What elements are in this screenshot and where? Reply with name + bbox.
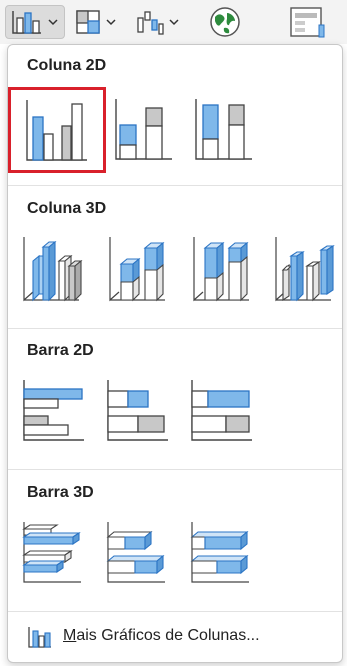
section-title-barra-3d: Barra 3D — [27, 484, 94, 501]
section-divider — [8, 328, 342, 329]
insert-hierarchy-chart-button[interactable] — [74, 5, 120, 39]
stacked-bar-icon — [107, 380, 168, 441]
insert-column-chart-button[interactable] — [5, 5, 65, 39]
100-stacked-column-tile[interactable] — [184, 92, 264, 166]
100-stacked-bar-tile[interactable] — [182, 373, 262, 447]
chevron-down-icon — [169, 19, 179, 26]
3d-100-stacked-column-tile[interactable] — [184, 233, 264, 307]
3d-clustered-column-tile[interactable] — [14, 233, 94, 307]
clustered-bar-tile[interactable] — [14, 373, 94, 447]
more-column-charts-label-rest: ais Gráficos de Colunas... — [76, 627, 260, 644]
accelerator-key: M — [63, 627, 77, 644]
3d-column-icon — [275, 237, 335, 302]
more-column-charts-item[interactable]: Mais Gráficos de Colunas... — [8, 612, 342, 662]
100-stacked-column-icon — [195, 99, 252, 160]
chevron-down-icon — [48, 19, 58, 26]
treemap-chart-icon — [76, 10, 100, 34]
stacked-bar-tile[interactable] — [98, 373, 178, 447]
section-divider — [8, 469, 342, 470]
3d-clustered-column-icon — [23, 237, 83, 302]
3d-column-tile[interactable] — [266, 233, 346, 307]
waterfall-chart-icon — [137, 11, 164, 35]
clustered-column-tile[interactable] — [8, 87, 106, 173]
section-title-barra-2d: Barra 2D — [27, 342, 94, 359]
insert-waterfall-chart-button[interactable] — [135, 5, 183, 39]
column-chart-small-icon — [28, 627, 51, 648]
3d-stacked-bar-icon — [106, 522, 165, 583]
100-stacked-bar-icon — [191, 380, 252, 441]
more-column-charts-label: Mais Gráficos de Colunas... — [63, 627, 260, 645]
stacked-column-tile[interactable] — [104, 92, 184, 166]
3d-100-stacked-bar-tile[interactable] — [182, 515, 262, 589]
3d-stacked-column-icon — [109, 237, 165, 302]
3d-100-stacked-bar-icon — [190, 522, 249, 583]
column-chart-icon — [12, 11, 41, 34]
3d-stacked-column-tile[interactable] — [100, 233, 180, 307]
3d-stacked-bar-tile[interactable] — [98, 515, 178, 589]
stacked-column-icon — [115, 99, 172, 160]
pivot-chart-button[interactable] — [285, 5, 331, 39]
3d-100-stacked-column-icon — [193, 237, 249, 302]
insert-map-chart-button[interactable] — [205, 5, 245, 39]
3d-clustered-bar-icon — [22, 522, 81, 583]
pivot-chart-icon — [290, 7, 325, 38]
clustered-column-icon — [26, 100, 87, 161]
3d-clustered-bar-tile[interactable] — [14, 515, 94, 589]
clustered-bar-icon — [23, 380, 84, 441]
section-divider — [8, 185, 342, 186]
chart-type-dropdown: Coluna 2D Coluna 3D Barra 2D Barra 3D Ma… — [7, 44, 343, 663]
ribbon — [0, 0, 347, 44]
section-title-coluna-3d: Coluna 3D — [27, 200, 107, 217]
chevron-down-icon — [106, 19, 116, 26]
section-title-coluna-2d: Coluna 2D — [27, 57, 107, 74]
globe-map-icon — [210, 7, 240, 37]
